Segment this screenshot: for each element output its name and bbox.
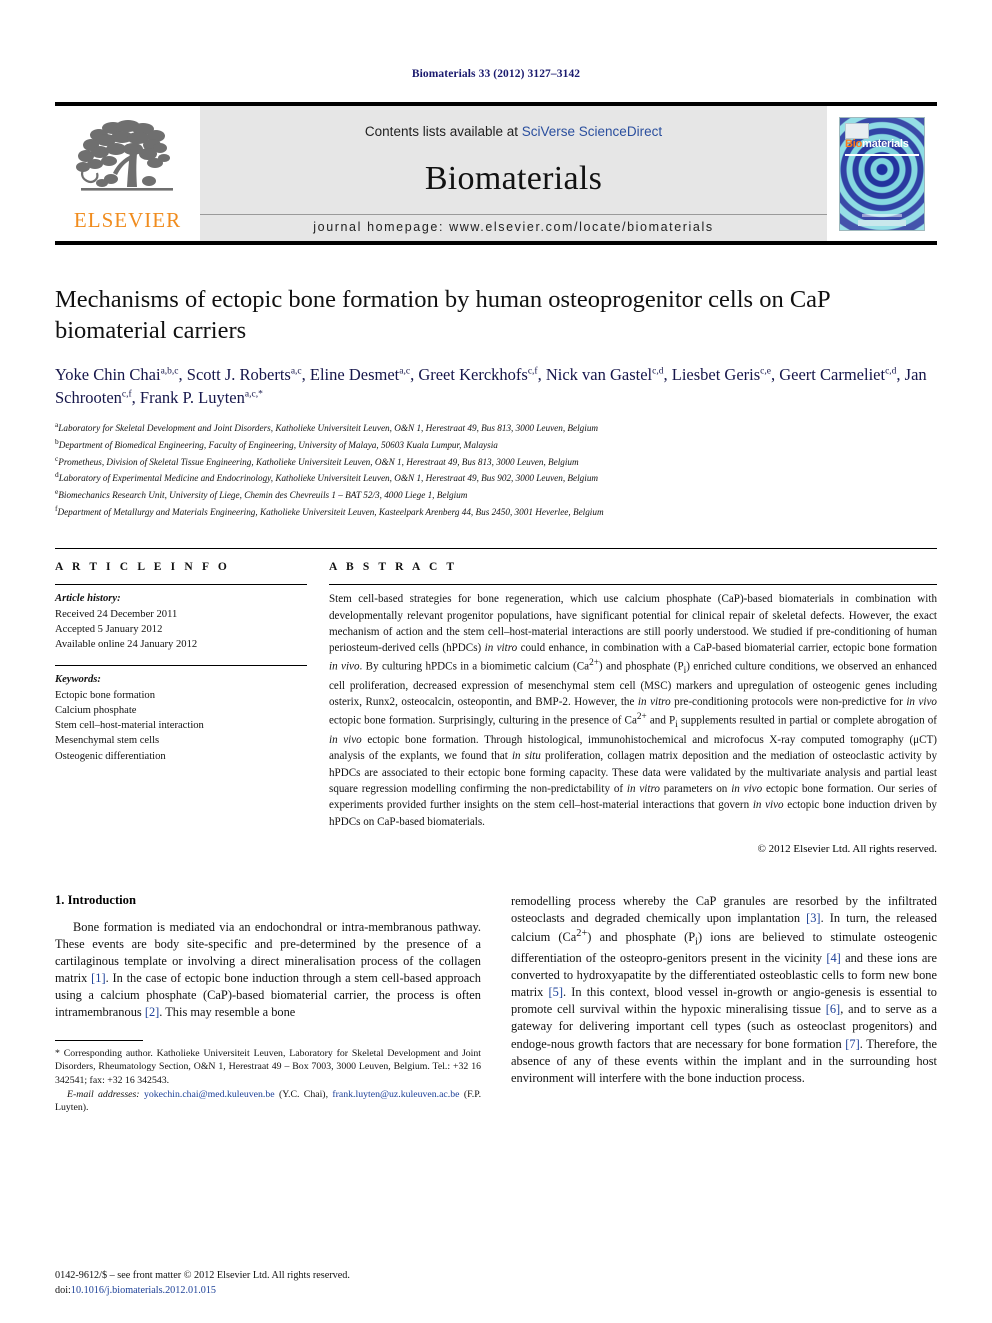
keywords-block: Keywords: Ectopic bone formation Calcium… [55,665,307,764]
journal-cover-thumbnail: Biomaterials [839,116,925,231]
journal-masthead: ELSEVIER Contents lists available at Sci… [55,102,937,245]
masthead-center: Contents lists available at SciVerse Sci… [200,106,827,241]
cover-publisher-badge-icon [845,122,869,139]
abstract-heading: A B S T R A C T [329,561,458,574]
elsevier-logo-area: ELSEVIER [55,106,200,241]
affiliation-text: Laboratory of Experimental Medicine and … [58,473,599,484]
journal-homepage-link[interactable]: journal homepage: www.elsevier.com/locat… [200,214,827,241]
affiliation-list: aLaboratory for Skeletal Development and… [55,419,937,521]
affiliation-item: eBiomechanics Research Unit, University … [55,486,937,503]
keyword-item: Osteogenic differentiation [55,750,166,762]
issn-doi-block: 0142-9612/$ – see front matter © 2012 El… [55,1269,475,1299]
contents-prefix: Contents lists available at [364,124,522,139]
journal-cover-area: Biomaterials [827,106,937,241]
journal-title: Biomaterials [424,159,603,197]
keyword-item: Stem cell–host-material interaction [55,720,204,732]
cover-title-bio: Bio [845,137,863,150]
article-page: Biomaterials 33 (2012) 3127–3142 ELSEVIE… [0,0,992,1323]
history-item: Available online 24 January 2012 [55,639,198,651]
affiliation-text: Department of Metallurgy and Materials E… [57,507,604,518]
article-info-heading: A R T I C L E I N F O [55,561,230,574]
affiliation-item: bDepartment of Biomedical Engineering, F… [55,436,937,453]
affiliation-text: Laboratory for Skeletal Development and … [58,422,599,433]
keywords-label: Keywords: [55,674,101,686]
article-history-label: Article history: [55,593,121,605]
body-columns: 1. Introduction Bone formation is mediat… [55,893,937,1115]
corresponding-author-note: * Corresponding author. Katholieke Unive… [55,1047,481,1086]
affiliation-item: dLaboratory of Experimental Medicine and… [55,469,937,486]
body-column-right: remodelling process whereby the CaP gran… [511,893,937,1115]
intro-paragraph-right: remodelling process whereby the CaP gran… [511,893,938,1085]
running-head: Biomaterials 33 (2012) 3127–3142 [411,68,581,80]
affiliation-item: aLaboratory for Skeletal Development and… [55,419,937,436]
footnote-rule [55,1039,143,1041]
section-heading-introduction: 1. Introduction [55,892,136,907]
cover-rule [845,153,919,156]
issn-line: 0142-9612/$ – see front matter © 2012 El… [55,1270,350,1282]
contents-available-line: Contents lists available at SciVerse Sci… [365,124,662,139]
body-column-left: 1. Introduction Bone formation is mediat… [55,893,481,1115]
keyword-item: Ectopic bone formation [55,689,156,701]
author-list: Yoke Chin Chaia,b,c, Scott J. Robertsa,c… [55,364,927,408]
sciencedirect-link[interactable]: SciVerse ScienceDirect [522,124,662,139]
doi-line[interactable]: doi:10.1016/j.biomaterials.2012.01.015 [55,1284,475,1299]
info-abstract-section: A R T I C L E I N F O Article history: R… [55,548,937,855]
article-title: Mechanisms of ectopic bone formation by … [55,286,830,344]
keyword-item: Mesenchymal stem cells [55,735,160,747]
divider [55,665,307,667]
affiliation-item: fDepartment of Metallurgy and Materials … [55,503,937,520]
affiliation-text: Prometheus, Division of Skeletal Tissue … [58,456,579,467]
keyword-item: Calcium phosphate [55,704,137,716]
abstract-copyright: © 2012 Elsevier Ltd. All rights reserved… [757,842,937,855]
elsevier-wordmark: ELSEVIER [73,207,182,232]
cover-title: Biomaterials [845,138,909,150]
cover-footer-highlight [862,213,902,217]
history-item: Accepted 5 January 2012 [55,623,163,635]
abstract-text: Stem cell-based strategies for bone rege… [329,593,938,828]
article-info-column: A R T I C L E I N F O Article history: R… [55,561,307,855]
divider [329,584,937,586]
title-block: Mechanisms of ectopic bone formation by … [55,285,937,520]
divider [55,584,307,586]
cover-footer-band [858,219,906,226]
article-history-block: Article history: Received 24 December 20… [55,591,307,652]
elsevier-tree-icon [68,115,188,207]
affiliation-text: Department of Biomedical Engineering, Fa… [58,439,498,450]
email-addresses-note: E-mail addresses: yokechin.chai@med.kule… [55,1088,482,1114]
affiliation-text: Biomechanics Research Unit, University o… [58,490,468,501]
footnote-block: * Corresponding author. Katholieke Unive… [55,1039,482,1116]
cover-title-materials: materials [862,137,909,150]
affiliation-item: cPrometheus, Division of Skeletal Tissue… [55,453,937,470]
intro-paragraph-left: Bone formation is mediated via an endoch… [55,919,481,1020]
abstract-column: A B S T R A C T Stem cell-based strategi… [329,561,937,855]
history-item: Received 24 December 2011 [55,608,178,620]
